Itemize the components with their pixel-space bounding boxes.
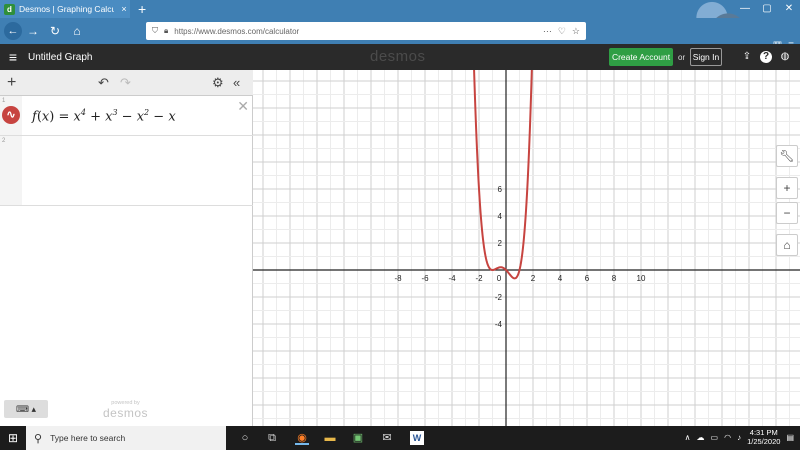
firefox-icon[interactable]: ◉ bbox=[295, 431, 309, 445]
battery-icon[interactable]: ▭ bbox=[711, 433, 719, 442]
powered-by-desmos: powered by desmos bbox=[103, 400, 148, 420]
x-tick-label: -4 bbox=[448, 274, 456, 283]
taskbar-search-placeholder[interactable]: Type here to search bbox=[50, 433, 125, 443]
wifi-icon[interactable]: ◠ bbox=[724, 433, 731, 442]
y-tick-label: 4 bbox=[498, 212, 503, 221]
graph-settings-wrench-icon[interactable]: 🔧︎ bbox=[776, 145, 798, 167]
cortana-icon[interactable]: ○ bbox=[238, 431, 252, 445]
desmos-favicon-icon: d bbox=[4, 3, 15, 15]
url-text[interactable]: https://www.desmos.com/calculator bbox=[174, 27, 537, 36]
sign-in-button[interactable]: Sign In bbox=[690, 48, 722, 66]
desmos-logo: desmos bbox=[370, 48, 426, 65]
row-number: 1 bbox=[2, 98, 6, 104]
browser-tab[interactable]: d Desmos | Graphing Calculator × bbox=[0, 0, 130, 18]
store-icon[interactable]: ▣ bbox=[351, 431, 365, 445]
x-tick-label: 0 bbox=[497, 274, 502, 283]
back-icon[interactable]: ← bbox=[4, 22, 22, 40]
maximize-icon[interactable]: ▢ bbox=[756, 0, 778, 18]
delete-expression-icon[interactable]: ✕ bbox=[237, 98, 249, 115]
graph-side-tools: 🔧︎ + − ⌂ bbox=[776, 145, 798, 259]
notifications-icon[interactable]: ▤ bbox=[786, 433, 794, 442]
reload-icon[interactable]: ↻ bbox=[44, 24, 66, 38]
expression-row-empty[interactable]: 2 bbox=[0, 136, 253, 206]
screen: d Desmos | Graphing Calculator × + — ▢ ✕… bbox=[0, 0, 800, 450]
system-tray: ∧ ☁ ▭ ◠ ♪ 4:31 PM 1/25/2020 ▤ bbox=[685, 428, 794, 446]
browser-nav-bar: ← → ↻ ⌂ ⛉ 🔒︎ https://www.desmos.com/calc… bbox=[0, 18, 800, 51]
x-tick-label: 4 bbox=[558, 274, 563, 283]
powered-desmos-logo: desmos bbox=[103, 406, 149, 420]
x-tick-label: 2 bbox=[531, 274, 536, 283]
clock[interactable]: 4:31 PM 1/25/2020 bbox=[747, 428, 780, 446]
graph-paper[interactable]: -8 -6 -4 -2 0 2 4 6 8 10 6 4 2 -2 -4 🔧︎ + − ⌂ bbox=[253, 70, 800, 426]
pocket-icon[interactable]: ♡ bbox=[558, 26, 566, 37]
expression-formula[interactable]: f(x) = x4 + x3 − x2 − x bbox=[32, 108, 176, 124]
window-controls: — ▢ ✕ bbox=[734, 0, 800, 18]
page-actions-icon[interactable]: ··· bbox=[543, 26, 552, 37]
clock-time: 4:31 PM bbox=[749, 428, 778, 437]
add-item-icon[interactable]: + bbox=[7, 74, 16, 92]
share-icon[interactable]: ⇪ bbox=[741, 51, 753, 63]
help-icon[interactable]: ? bbox=[760, 51, 772, 63]
collapse-list-icon[interactable]: « bbox=[233, 74, 240, 92]
address-bar[interactable]: ⛉ 🔒︎ https://www.desmos.com/calculator ·… bbox=[146, 22, 586, 40]
taskbar-search-box[interactable]: ⚲ Type here to search bbox=[26, 426, 226, 450]
undo-icon[interactable]: ↶ bbox=[98, 74, 109, 92]
windows-taskbar: ⊞ ⚲ Type here to search ○ ⧉ ◉ ▬ ▣ ✉ W ∧ … bbox=[0, 426, 800, 450]
shield-icon: ⛉ bbox=[152, 26, 158, 35]
row-number: 2 bbox=[2, 138, 6, 144]
x-tick-label: 10 bbox=[637, 274, 646, 283]
bookmark-star-icon[interactable]: ☆ bbox=[572, 26, 580, 37]
file-explorer-icon[interactable]: ▬ bbox=[323, 431, 337, 445]
new-tab-button[interactable]: + bbox=[138, 1, 146, 17]
language-globe-icon[interactable]: ◍ bbox=[779, 51, 791, 63]
y-tick-label: 2 bbox=[498, 239, 503, 248]
clock-date: 1/25/2020 bbox=[747, 437, 781, 446]
function-curve[interactable] bbox=[473, 70, 533, 280]
y-tick-label: -2 bbox=[495, 293, 503, 302]
mail-icon[interactable]: ✉ bbox=[380, 431, 394, 445]
keyboard-toggle-button[interactable]: ⌨ ▴ bbox=[4, 400, 48, 418]
settings-gear-icon[interactable]: ⚙ bbox=[212, 74, 224, 92]
forward-icon[interactable]: → bbox=[22, 24, 44, 38]
home-icon[interactable]: ⌂ bbox=[66, 24, 88, 38]
x-tick-label: 6 bbox=[585, 274, 590, 283]
tray-chevron-icon[interactable]: ∧ bbox=[685, 433, 691, 442]
zoom-out-icon[interactable]: − bbox=[776, 202, 798, 224]
word-icon[interactable]: W bbox=[410, 431, 424, 445]
browser-tab-strip: d Desmos | Graphing Calculator × + — ▢ ✕ bbox=[0, 0, 800, 44]
x-tick-label: -2 bbox=[475, 274, 483, 283]
search-icon: ⚲ bbox=[34, 432, 43, 445]
tab-close-icon[interactable]: × bbox=[118, 4, 130, 14]
tab-title: Desmos | Graphing Calculator bbox=[19, 4, 114, 14]
hamburger-menu-icon[interactable]: ≡ bbox=[0, 44, 26, 70]
expression-row[interactable]: 1 ∿ f(x) = x4 + x3 − x2 − x ✕ bbox=[0, 96, 253, 136]
cloud-icon[interactable]: ☁ bbox=[697, 433, 705, 442]
redo-icon[interactable]: ↷ bbox=[120, 74, 131, 92]
create-account-button[interactable]: Create Account bbox=[609, 48, 673, 66]
x-tick-label: 8 bbox=[612, 274, 617, 283]
x-tick-label: -6 bbox=[421, 274, 429, 283]
expression-list: + ↶ ↷ ⚙ « 1 ∿ f(x) = x4 + x3 − x2 − x ✕ … bbox=[0, 70, 253, 426]
graph-canvas[interactable]: -8 -6 -4 -2 0 2 4 6 8 10 6 4 2 -2 -4 bbox=[253, 70, 800, 426]
x-tick-label: -8 bbox=[394, 274, 402, 283]
expression-toolbar: + ↶ ↷ ⚙ « bbox=[0, 70, 253, 96]
zoom-in-icon[interactable]: + bbox=[776, 177, 798, 199]
or-label: or bbox=[678, 53, 686, 62]
graph-title[interactable]: Untitled Graph bbox=[28, 52, 92, 63]
task-view-icon[interactable]: ⧉ bbox=[265, 431, 279, 445]
desmos-header: ≡ Untitled Graph desmos Create Account o… bbox=[0, 44, 800, 70]
lock-icon: 🔒︎ bbox=[164, 26, 169, 35]
curve-color-icon[interactable]: ∿ bbox=[2, 106, 20, 124]
default-view-home-icon[interactable]: ⌂ bbox=[776, 234, 798, 256]
close-window-icon[interactable]: ✕ bbox=[778, 0, 800, 18]
y-tick-label: 6 bbox=[498, 185, 503, 194]
y-tick-label: -4 bbox=[495, 320, 503, 329]
minimize-icon[interactable]: — bbox=[734, 0, 756, 18]
volume-icon[interactable]: ♪ bbox=[737, 433, 741, 442]
expression-gutter bbox=[0, 136, 22, 205]
windows-start-icon[interactable]: ⊞ bbox=[0, 426, 26, 450]
